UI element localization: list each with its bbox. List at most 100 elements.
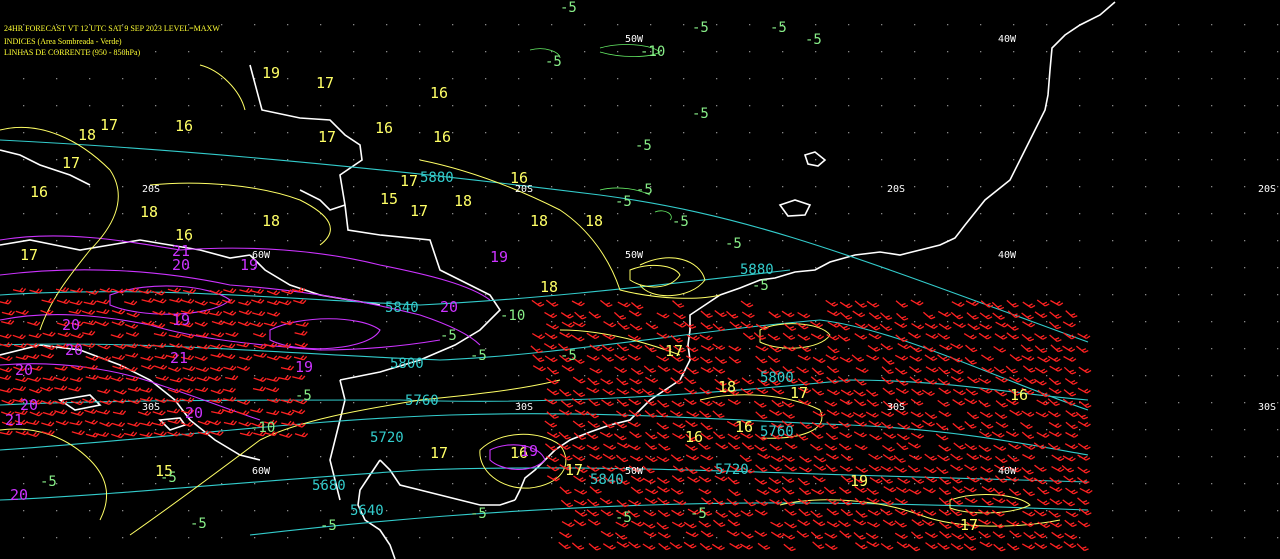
- wind-barb: [588, 543, 601, 551]
- wind-barb: [41, 430, 55, 436]
- grid-dot: [1112, 537, 1114, 539]
- grid-dot: [155, 51, 157, 53]
- grid-dot: [419, 456, 421, 458]
- grid-dot: [815, 483, 817, 485]
- forecast-map: 50W 40W60W 50W 40W60W 50W 40W20S 20S 20S 20S30S 3…: [0, 0, 1279, 559]
- wind-barb: [669, 541, 683, 549]
- grid-dot: [1145, 348, 1147, 350]
- grid-dot: [122, 429, 124, 431]
- grid-dot: [1145, 429, 1147, 431]
- grid-dot: [56, 537, 58, 539]
- yellow-contour-label: 17: [62, 154, 80, 172]
- grid-dot: [1211, 105, 1213, 107]
- wind-barb: [937, 542, 950, 550]
- grid-dot: [980, 483, 982, 485]
- wind-barb: [825, 299, 839, 307]
- grid-dot: [617, 186, 619, 188]
- wind-barb: [630, 387, 644, 395]
- grid-dot: [617, 78, 619, 80]
- wind-barb: [699, 387, 712, 395]
- grid-dot: [683, 159, 685, 161]
- grid-dot: [980, 105, 982, 107]
- grid-dot: [1277, 24, 1279, 26]
- wind-barb: [715, 510, 729, 518]
- grid-dot: [89, 186, 91, 188]
- wind-barb: [784, 508, 797, 516]
- wind-barb: [1021, 431, 1035, 440]
- wind-barb: [55, 420, 69, 426]
- wind-barb: [657, 509, 671, 518]
- wind-barb: [559, 531, 573, 539]
- wind-barb: [572, 376, 586, 384]
- grid-dot: [980, 78, 982, 80]
- wind-barb: [29, 388, 43, 394]
- grid-dot: [320, 537, 322, 539]
- wind-barb: [1062, 455, 1076, 462]
- grid-dot: [1211, 348, 1213, 350]
- latitude-label: 20S: [1258, 184, 1276, 195]
- wind-barb: [741, 377, 755, 385]
- wind-barb: [937, 310, 952, 317]
- wind-barb: [587, 377, 600, 386]
- wind-barb: [880, 343, 894, 351]
- wind-barb: [825, 432, 839, 441]
- wind-barb: [236, 365, 251, 371]
- grid-dot: [518, 267, 520, 269]
- grid-dot: [23, 24, 25, 26]
- wind-barb: [1021, 467, 1034, 475]
- grid-dot: [1112, 348, 1114, 350]
- latitude-label: 20S: [142, 184, 160, 195]
- grid-dot: [56, 51, 58, 53]
- wind-barb: [641, 388, 655, 396]
- height-line: [0, 139, 1089, 343]
- grid-dot: [881, 105, 883, 107]
- grid-dot: [254, 348, 256, 350]
- grid-dot: [89, 483, 91, 485]
- grid-dot: [1244, 429, 1246, 431]
- grid-dot: [683, 294, 685, 296]
- grid-dot: [518, 483, 520, 485]
- wind-barb: [27, 320, 41, 327]
- grid-dot: [716, 483, 718, 485]
- wind-barb: [196, 376, 210, 382]
- yellow-contour-label: 18: [454, 192, 472, 210]
- wind-barb: [910, 299, 924, 306]
- wind-barb: [616, 442, 631, 449]
- grid-dot: [155, 105, 157, 107]
- grid-dot: [1277, 510, 1279, 512]
- grid-dot: [617, 402, 619, 404]
- grid-dot: [1178, 186, 1180, 188]
- wind-barb: [963, 486, 977, 493]
- wind-barb: [712, 343, 726, 351]
- wind-barb: [1033, 442, 1047, 450]
- wind-barb: [602, 465, 616, 472]
- wind-barb: [110, 376, 124, 382]
- cyan-height-label: 5760: [405, 393, 439, 409]
- grid-dot: [617, 132, 619, 134]
- grid-dot: [1046, 213, 1048, 215]
- wind-barb: [907, 543, 921, 552]
- wind-barb: [1079, 487, 1093, 494]
- wind-barb: [909, 355, 923, 362]
- magenta-contour-label: 19: [490, 248, 508, 266]
- grid-dot: [23, 78, 25, 80]
- grid-dot: [1178, 105, 1180, 107]
- grid-dot: [89, 456, 91, 458]
- grid-dot: [881, 78, 883, 80]
- wind-barb: [1022, 365, 1036, 373]
- grid-dot: [551, 159, 553, 161]
- grid-dot: [221, 51, 223, 53]
- yellow-contour-label: 17: [430, 444, 448, 462]
- grid-dot: [1112, 132, 1114, 134]
- grid-dot: [254, 537, 256, 539]
- grid-dot: [749, 456, 751, 458]
- wind-barb: [840, 508, 854, 517]
- wind-barb: [770, 531, 784, 538]
- grid-dot: [1145, 240, 1147, 242]
- grid-dot: [1046, 375, 1048, 377]
- wind-barb: [853, 431, 867, 438]
- wind-barb: [754, 509, 768, 516]
- wind-barb: [656, 455, 670, 463]
- grid-dot: [1244, 186, 1246, 188]
- yellow-contour-label: 16: [433, 128, 451, 146]
